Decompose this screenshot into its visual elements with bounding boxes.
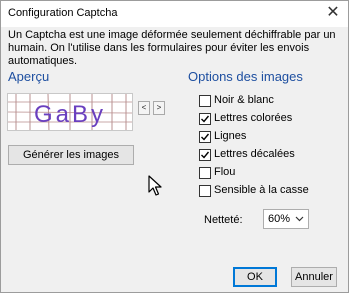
checkbox-lettres-colorees[interactable]	[199, 113, 211, 125]
generate-images-button[interactable]: Générer les images	[8, 145, 134, 165]
dialog-content: Un Captcha est une image déformée seulem…	[1, 27, 348, 292]
preview-title: Aperçu	[8, 69, 50, 84]
option-label: Lettres colorées	[214, 112, 293, 124]
checkmark-icon	[201, 133, 210, 141]
option-label: Noir & blanc	[214, 94, 274, 106]
sharpness-value: 60%	[268, 213, 291, 225]
captcha-text: GaBy	[34, 101, 106, 128]
sharpness-select[interactable]: 60%	[263, 209, 309, 229]
mouse-pointer-icon	[148, 175, 162, 196]
sharpness-label: Netteté:	[204, 214, 243, 226]
options-title: Options des images	[188, 69, 303, 84]
checkbox-noir-blanc[interactable]	[199, 95, 211, 107]
previous-image-button[interactable]: <	[138, 101, 150, 115]
window-title: Configuration Captcha	[8, 7, 118, 19]
cancel-button[interactable]: Annuler	[291, 267, 337, 287]
checkmark-icon	[201, 115, 210, 123]
checkbox-sensible-casse[interactable]	[199, 185, 211, 197]
option-label: Flou	[214, 166, 236, 178]
close-icon[interactable]: ✕	[318, 1, 348, 27]
captcha-config-dialog: Configuration Captcha ✕ Un Captcha est u…	[0, 0, 349, 293]
option-label: Lignes	[214, 130, 247, 142]
chevron-down-icon	[295, 216, 304, 222]
option-label: Sensible à la casse	[214, 184, 309, 196]
captcha-preview-image: GaBy	[7, 93, 133, 131]
title-bar: Configuration Captcha ✕	[1, 1, 348, 27]
captcha-image: GaBy	[8, 94, 132, 130]
next-image-button[interactable]: >	[153, 101, 165, 115]
checkmark-icon	[201, 151, 210, 159]
description-text: Un Captcha est une image déformée seulem…	[8, 29, 336, 67]
checkbox-lignes[interactable]	[199, 131, 211, 143]
checkbox-flou[interactable]	[199, 167, 211, 179]
checkbox-lettres-decalees[interactable]	[199, 149, 211, 161]
option-label: Lettres décalées	[214, 148, 295, 160]
ok-button[interactable]: OK	[233, 267, 277, 287]
